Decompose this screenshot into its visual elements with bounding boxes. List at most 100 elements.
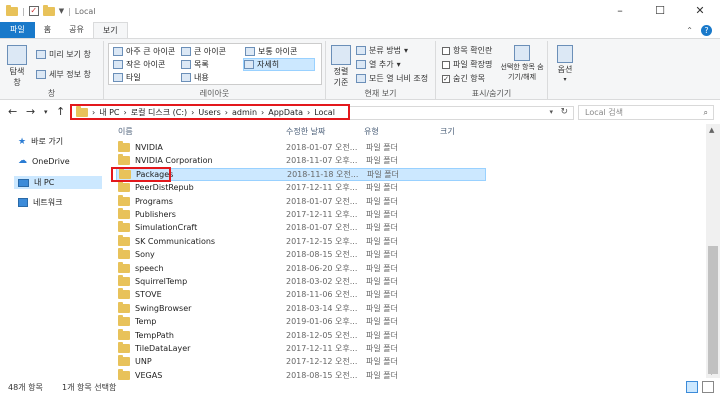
breadcrumb-admin[interactable]: admin: [232, 108, 257, 117]
search-input[interactable]: Local 검색 ⌕: [578, 105, 714, 120]
nav-quick-access[interactable]: ★ 바로 가기: [18, 136, 63, 147]
refresh-icon[interactable]: ↻: [560, 107, 568, 117]
file-row[interactable]: Sony 2018-08-15 오전... 파일 폴더: [116, 248, 486, 261]
details-pane-icon: [36, 70, 46, 79]
collapse-ribbon-icon[interactable]: ⌃: [686, 26, 693, 35]
file-row[interactable]: UNP 2017-12-12 오전... 파일 폴더: [116, 355, 486, 368]
tab-file[interactable]: 파일: [0, 22, 35, 38]
preview-pane-button[interactable]: 미리 보기 창: [36, 49, 91, 60]
back-button[interactable]: ←: [8, 105, 17, 118]
large-icons-view-icon[interactable]: [702, 381, 714, 393]
item-checkboxes-toggle[interactable]: 항목 확인란: [442, 45, 492, 56]
file-row[interactable]: TileDataLayer 2017-12-11 오후... 파일 폴더: [116, 342, 486, 355]
nav-network[interactable]: 네트워크: [18, 197, 62, 208]
nav-onedrive[interactable]: ☁ OneDrive: [18, 156, 70, 166]
breadcrumb-this-pc[interactable]: 내 PC: [99, 107, 119, 118]
file-type: 파일 폴더: [367, 169, 399, 179]
file-row[interactable]: SimulationCraft 2018-01-07 오전... 파일 폴더: [116, 221, 486, 234]
new-folder-icon[interactable]: [42, 4, 55, 16]
address-bar[interactable]: › 내 PC › 로컬 디스크 (C:) › Users › admin › A…: [70, 104, 350, 120]
folder-icon: [6, 4, 18, 16]
nav-this-pc[interactable]: 내 PC: [14, 176, 102, 189]
file-date: 2018-03-02 오전...: [286, 277, 358, 286]
properties-icon[interactable]: ✓: [28, 6, 39, 16]
file-type: 파일 폴더: [366, 156, 398, 166]
file-name: NVIDIA Corporation: [135, 156, 213, 166]
nav-pane-icon: [7, 45, 27, 65]
layout-list[interactable]: 목록: [181, 59, 209, 70]
hidden-items-toggle[interactable]: ✓ 숨긴 항목: [442, 73, 485, 84]
scroll-up-icon[interactable]: ▲: [709, 126, 714, 134]
column-type[interactable]: 유형: [364, 126, 379, 137]
layout-small-icons[interactable]: 작은 아이콘: [113, 59, 165, 70]
group-by-button[interactable]: 분류 방법 ▾: [356, 45, 408, 56]
layout-large-icons[interactable]: 큰 아이콘: [181, 46, 226, 57]
address-dropdown-icon[interactable]: ▾: [549, 108, 553, 116]
medium-icons-icon: [245, 47, 255, 56]
sort-by-button[interactable]: 정렬 기준: [330, 45, 352, 88]
file-row[interactable]: Programs 2018-01-07 오전... 파일 폴더: [116, 194, 486, 208]
layout-details[interactable]: 자세히: [243, 58, 315, 71]
content-icon: [181, 73, 191, 82]
layout-extra-large-icons[interactable]: 아주 큰 아이콘: [113, 46, 175, 57]
file-type: 파일 폴더: [366, 196, 398, 206]
file-row[interactable]: SwingBrowser 2018-03-14 오후... 파일 폴더: [116, 301, 486, 315]
file-row[interactable]: STOVE 2018-11-06 오전... 파일 폴더: [116, 288, 486, 301]
maximize-button[interactable]: ☐: [640, 0, 680, 22]
breadcrumb-local-disk[interactable]: 로컬 디스크 (C:): [131, 107, 187, 118]
details-view-icon[interactable]: [686, 381, 698, 393]
folder-icon: [118, 248, 130, 260]
tab-view[interactable]: 보기: [92, 22, 128, 38]
navigation-pane: ★ 바로 가기 ☁ OneDrive 내 PC 네트워크: [0, 124, 110, 378]
recent-locations-icon[interactable]: ▾: [44, 108, 48, 116]
options-button[interactable]: 옵션 ▾: [554, 45, 576, 83]
network-icon: [18, 198, 28, 207]
folder-icon: [118, 208, 130, 219]
nav-pane-button[interactable]: 탐색 창: [4, 45, 30, 88]
breadcrumb-local[interactable]: Local: [314, 108, 335, 117]
tab-home[interactable]: 홈: [35, 22, 60, 38]
column-date-modified[interactable]: 수정한 날짜: [286, 126, 325, 137]
layout-tiles[interactable]: 타일: [113, 72, 141, 83]
item-count: 48개 항목: [8, 383, 43, 392]
help-icon[interactable]: ?: [701, 24, 712, 36]
add-columns-button[interactable]: 열 추가 ▾: [356, 59, 401, 70]
file-date: 2017-12-11 오후...: [286, 344, 358, 353]
layout-medium-icons[interactable]: 보통 아이콘: [245, 46, 297, 57]
quick-access-toolbar: | ✓ ▼ | Local: [6, 4, 96, 18]
close-button[interactable]: ✕: [680, 0, 720, 22]
up-button[interactable]: ↑: [56, 105, 65, 118]
file-row[interactable]: Temp 2019-01-06 오후... 파일 폴더: [116, 315, 486, 328]
file-row[interactable]: speech 2018-06-20 오후... 파일 폴더: [116, 261, 486, 275]
preview-pane-icon: [36, 50, 46, 59]
file-type: 파일 폴더: [366, 344, 398, 353]
file-extensions-toggle[interactable]: 파일 확장명: [442, 59, 492, 70]
file-type: 파일 폴더: [366, 223, 398, 233]
layout-content[interactable]: 내용: [181, 72, 209, 83]
tab-share[interactable]: 공유: [60, 22, 93, 38]
details-pane-button[interactable]: 세부 정보 창: [36, 69, 91, 80]
file-type: 파일 폴더: [366, 250, 398, 260]
checkbox-icon: [442, 60, 450, 69]
file-row[interactable]: SquirrelTemp 2018-03-02 오전... 파일 폴더: [116, 275, 486, 288]
folder-icon: [118, 194, 130, 206]
file-row[interactable]: NVIDIA Corporation 2018-11-07 오후... 파일 폴더: [116, 154, 486, 167]
breadcrumb-appdata[interactable]: AppData: [268, 108, 303, 117]
column-size[interactable]: 크기: [440, 126, 455, 137]
breadcrumb-users[interactable]: Users: [198, 108, 220, 117]
hide-selected-button[interactable]: 선택한 항목 숨기기/해제: [498, 45, 546, 82]
file-row[interactable]: SK Communications 2017-12-15 오후... 파일 폴더: [116, 234, 486, 248]
file-row[interactable]: NVIDIA 2018-01-07 오전... 파일 폴더: [116, 141, 486, 154]
address-bar-empty[interactable]: ▾ ↻: [350, 106, 574, 120]
customize-toolbar-icon[interactable]: ▼: [59, 7, 64, 15]
scrollbar-thumb[interactable]: [708, 246, 718, 374]
file-row[interactable]: PeerDistRepub 2017-12-11 오후... 파일 폴더: [116, 181, 486, 194]
column-name[interactable]: 이름: [118, 126, 133, 137]
large-icons-icon: [181, 47, 191, 56]
file-row[interactable]: Packages 2018-11-18 오전... 파일 폴더: [116, 167, 486, 181]
file-row[interactable]: Publishers 2017-12-11 오후... 파일 폴더: [116, 208, 486, 221]
forward-button[interactable]: →: [26, 105, 35, 118]
minimize-button[interactable]: –: [600, 0, 640, 22]
fit-columns-button[interactable]: 모든 열 너비 조정: [356, 73, 428, 84]
file-row[interactable]: TempPath 2018-12-05 오전... 파일 폴더: [116, 328, 486, 342]
